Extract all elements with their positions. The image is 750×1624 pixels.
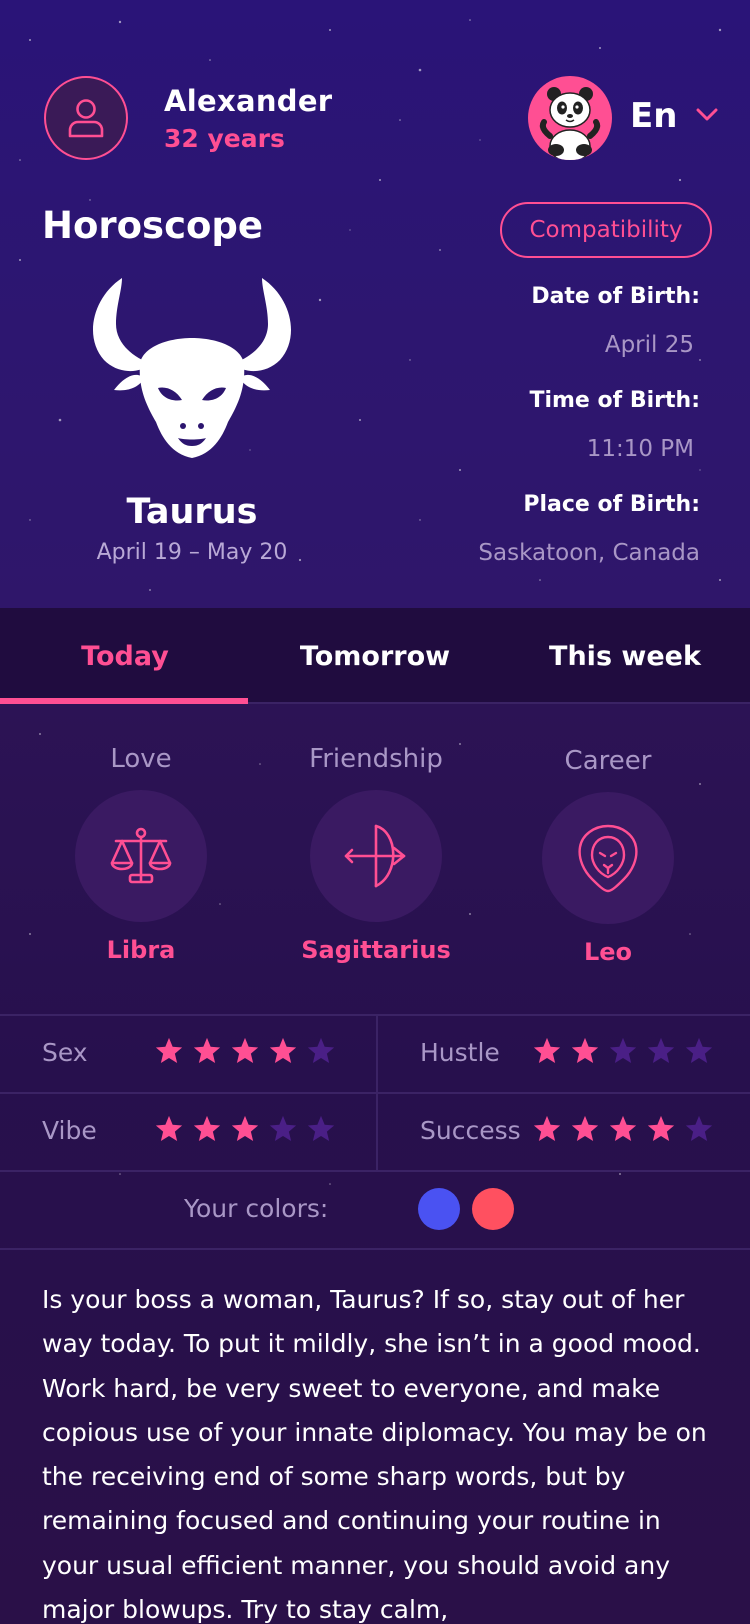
compatibility-category: Friendship xyxy=(309,744,443,774)
compatibility-sign: Libra xyxy=(106,936,176,964)
star-empty-icon xyxy=(609,1037,637,1063)
libra-icon xyxy=(110,827,172,884)
star-filled-icon xyxy=(193,1115,221,1141)
tab-today[interactable]: Today xyxy=(0,608,250,704)
star-filled-icon xyxy=(571,1037,599,1063)
star-filled-icon xyxy=(231,1115,259,1141)
place-of-birth-value: Saskatoon, Canada xyxy=(478,540,700,566)
star-empty-icon xyxy=(685,1037,713,1063)
tab-tomorrow[interactable]: Tomorrow xyxy=(250,608,500,704)
sagittarius-badge xyxy=(310,790,442,922)
star-filled-icon xyxy=(571,1115,599,1141)
compatibility-category: Love xyxy=(110,744,172,774)
star-filled-icon xyxy=(193,1037,221,1063)
place-of-birth-label: Place of Birth: xyxy=(523,492,700,517)
rating-label-success: Success xyxy=(420,1116,521,1145)
rating-stars-sex xyxy=(154,1036,336,1066)
star-filled-icon xyxy=(155,1037,183,1063)
taurus-icon xyxy=(92,278,292,458)
divider xyxy=(0,1170,750,1172)
zodiac-sign-name: Taurus xyxy=(126,492,258,532)
star-filled-icon xyxy=(647,1115,675,1141)
compatibility-sign: Leo xyxy=(583,938,633,966)
user-icon xyxy=(68,99,104,138)
star-filled-icon xyxy=(155,1115,183,1141)
leo-badge xyxy=(542,792,674,924)
divider xyxy=(0,1248,750,1250)
star-empty-icon xyxy=(685,1115,713,1141)
date-of-birth-label: Date of Birth: xyxy=(531,284,700,309)
lucky-color-swatch xyxy=(472,1188,514,1230)
tab-this-week[interactable]: This week xyxy=(500,608,750,704)
compatibility-sign: Sagittarius xyxy=(301,936,451,964)
time-of-birth-value: 11:10 PM xyxy=(586,436,694,462)
rating-stars-hustle xyxy=(532,1036,714,1066)
libra-badge xyxy=(75,790,207,922)
star-filled-icon xyxy=(231,1037,259,1063)
star-empty-icon xyxy=(307,1115,335,1141)
period-tabs: Today Tomorrow This week xyxy=(0,608,750,704)
language-selector[interactable]: En xyxy=(630,96,677,136)
your-colors-label: Your colors: xyxy=(184,1194,329,1223)
chevron-down-icon[interactable] xyxy=(696,108,718,122)
user-age: 32 years xyxy=(164,124,285,153)
compatibility-category: Career xyxy=(564,746,652,776)
user-name: Alexander xyxy=(164,84,333,118)
star-empty-icon xyxy=(269,1115,297,1141)
date-of-birth-value: April 25 xyxy=(604,332,694,358)
compatibility-button[interactable]: Compatibility xyxy=(500,202,712,258)
divider xyxy=(376,1014,378,1170)
time-of-birth-label: Time of Birth: xyxy=(529,388,700,413)
divider xyxy=(0,1092,750,1094)
leo-icon xyxy=(578,824,638,893)
panda-avatar[interactable] xyxy=(528,76,612,160)
rating-stars-vibe xyxy=(154,1114,336,1144)
lucky-color-swatch xyxy=(418,1188,460,1230)
compatibility-career[interactable]: Career Leo xyxy=(488,746,728,966)
star-filled-icon xyxy=(533,1115,561,1141)
star-empty-icon xyxy=(307,1037,335,1063)
compatibility-friendship[interactable]: Friendship Sagittarius xyxy=(256,744,496,964)
star-filled-icon xyxy=(609,1115,637,1141)
rating-label-hustle: Hustle xyxy=(420,1038,500,1067)
horoscope-screen: Alexander 32 years En Horoscope Compatib… xyxy=(0,0,750,1624)
page-title: Horoscope xyxy=(42,204,264,247)
user-avatar[interactable] xyxy=(44,76,128,160)
divider xyxy=(0,1014,750,1016)
star-filled-icon xyxy=(269,1037,297,1063)
compatibility-love[interactable]: Love Libra xyxy=(21,744,261,964)
star-filled-icon xyxy=(533,1037,561,1063)
panda-icon xyxy=(539,87,601,160)
rating-label-vibe: Vibe xyxy=(42,1116,97,1145)
star-empty-icon xyxy=(647,1037,675,1063)
horoscope-text: Is your boss a woman, Taurus? If so, sta… xyxy=(42,1285,707,1624)
zodiac-sign-dates: April 19 – May 20 xyxy=(96,540,288,565)
rating-stars-success xyxy=(532,1114,714,1144)
sagittarius-icon xyxy=(344,824,406,888)
profile-header: Alexander 32 years En Horoscope Compatib… xyxy=(0,0,750,608)
rating-label-sex: Sex xyxy=(42,1038,88,1067)
